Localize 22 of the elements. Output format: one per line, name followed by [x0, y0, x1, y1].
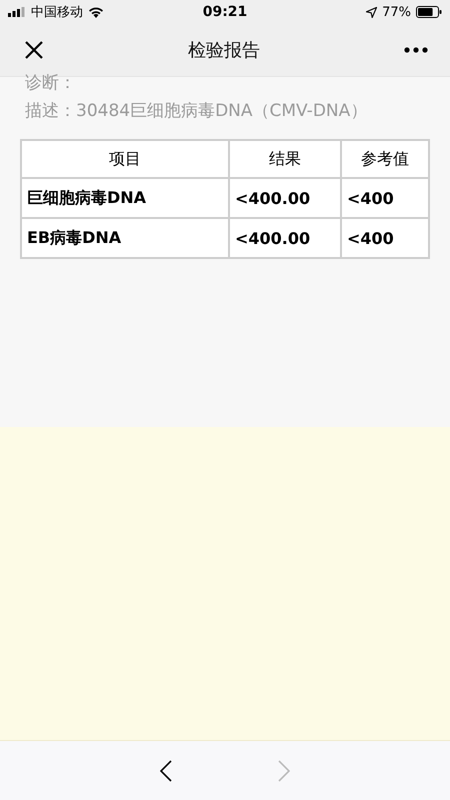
- carrier-name: 中国移动: [31, 4, 83, 21]
- table-cell: <400.00: [229, 218, 341, 258]
- more-icon[interactable]: [404, 47, 428, 53]
- column-header: 参考值: [341, 140, 429, 178]
- table-cell: <400.00: [229, 178, 341, 218]
- page-title: 检验报告: [188, 39, 260, 62]
- location-arrow-icon: [366, 6, 378, 18]
- field-value: 30484巨细胞病毒DNA（CMV-DNA）: [76, 101, 368, 121]
- table-cell: EB病毒DNA: [21, 218, 229, 258]
- column-header: 项目: [21, 140, 229, 178]
- table-cell: 巨细胞病毒DNA: [21, 178, 229, 218]
- field-label: 描述：: [25, 101, 76, 121]
- table-cell: <400: [341, 178, 429, 218]
- close-icon[interactable]: [24, 40, 44, 60]
- signal-icon: [8, 7, 26, 17]
- field-label: 诊断：: [25, 73, 76, 93]
- wifi-icon: [88, 6, 104, 18]
- table-cell: <400: [341, 218, 429, 258]
- status-time: 09:21: [202, 4, 248, 20]
- battery-icon: [416, 6, 442, 18]
- battery-percent: 77%: [382, 4, 411, 20]
- column-header: 结果: [229, 140, 341, 178]
